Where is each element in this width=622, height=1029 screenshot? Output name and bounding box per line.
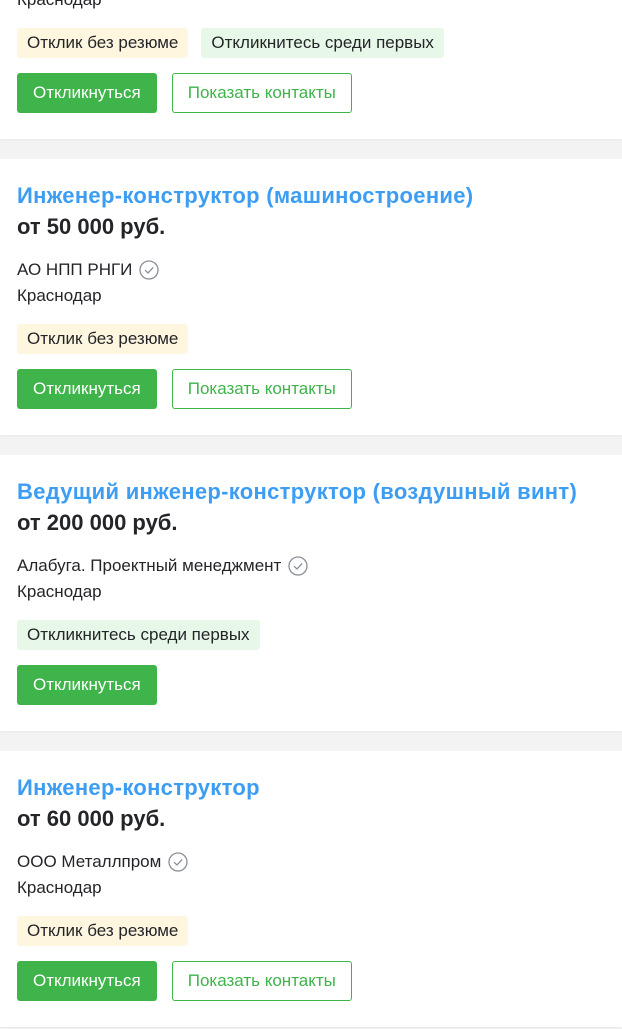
vacancy-city: Краснодар [17, 582, 102, 601]
verified-check-icon [139, 260, 160, 280]
vacancy-salary: от 50 000 руб. [17, 214, 166, 239]
vacancy-salary: от 60 000 руб. [17, 806, 166, 831]
badge-respond-first: Откликнитесь среди первых [17, 620, 260, 650]
vacancy-card: Ведущий инженер-конструктор (воздушный в… [0, 455, 622, 731]
vacancy-badges: Отклик без резюме [17, 916, 189, 946]
vacancy-salary: от 200 000 руб. [17, 510, 178, 535]
verified-check-icon [288, 556, 309, 576]
show-contacts-button[interactable]: Показать контакты [171, 369, 352, 409]
badge-no-resume: Отклик без резюме [17, 324, 189, 354]
vacancy-company: Алабуга. Проектный менеджмент [17, 556, 309, 576]
vacancy-card: Инженер-конструктор (машиностроение) от … [0, 159, 622, 435]
vacancy-badges: Отклик без резюме Откликнитесь среди пер… [17, 28, 444, 58]
show-contacts-button[interactable]: Показать контакты [171, 73, 352, 113]
vacancy-badges: Откликнитесь среди первых [17, 620, 260, 650]
vacancy-title-link[interactable]: Инженер-конструктор (машиностроение) [17, 183, 473, 209]
respond-button[interactable]: Откликнуться [17, 961, 157, 1001]
badge-no-resume: Отклик без резюме [17, 916, 189, 946]
vacancy-actions: Откликнуться Показать контакты [17, 369, 352, 409]
vacancy-title-link[interactable]: Ведущий инженер-конструктор (воздушный в… [17, 479, 577, 505]
verified-check-icon [168, 852, 188, 872]
show-contacts-button[interactable]: Показать контакты [171, 961, 352, 1001]
vacancy-city: Краснодар [17, 0, 102, 10]
vacancy-actions: Откликнуться Показать контакты [17, 73, 352, 113]
vacancy-city: Краснодар [17, 286, 102, 305]
respond-button[interactable]: Откликнуться [17, 73, 157, 113]
badge-no-resume: Отклик без резюме [17, 28, 189, 58]
badge-respond-first: Откликнитесь среди первых [201, 28, 444, 58]
vacancy-actions: Откликнуться Показать контакты [17, 961, 352, 1001]
vacancy-actions: Откликнуться [17, 665, 157, 705]
vacancy-title-link[interactable]: Инженер-конструктор [17, 775, 260, 801]
respond-button[interactable]: Откликнуться [17, 665, 157, 705]
vacancy-company: ООО Металлпром [17, 852, 188, 872]
vacancy-badges: Отклик без резюме [17, 324, 189, 354]
company-name-link[interactable]: Алабуга. Проектный менеджмент [17, 556, 281, 576]
vacancy-card: Краснодар Отклик без резюме Откликнитесь… [0, 0, 622, 139]
respond-button[interactable]: Откликнуться [17, 369, 157, 409]
vacancy-feed: Краснодар Отклик без резюме Откликнитесь… [0, 0, 622, 1029]
vacancy-company: АО НПП РНГИ [17, 260, 160, 280]
vacancy-city: Краснодар [17, 878, 102, 897]
company-name-link[interactable]: ООО Металлпром [17, 852, 161, 872]
vacancy-card: Инженер-конструктор от 60 000 руб. ООО М… [0, 751, 622, 1027]
company-name-link[interactable]: АО НПП РНГИ [17, 260, 132, 280]
